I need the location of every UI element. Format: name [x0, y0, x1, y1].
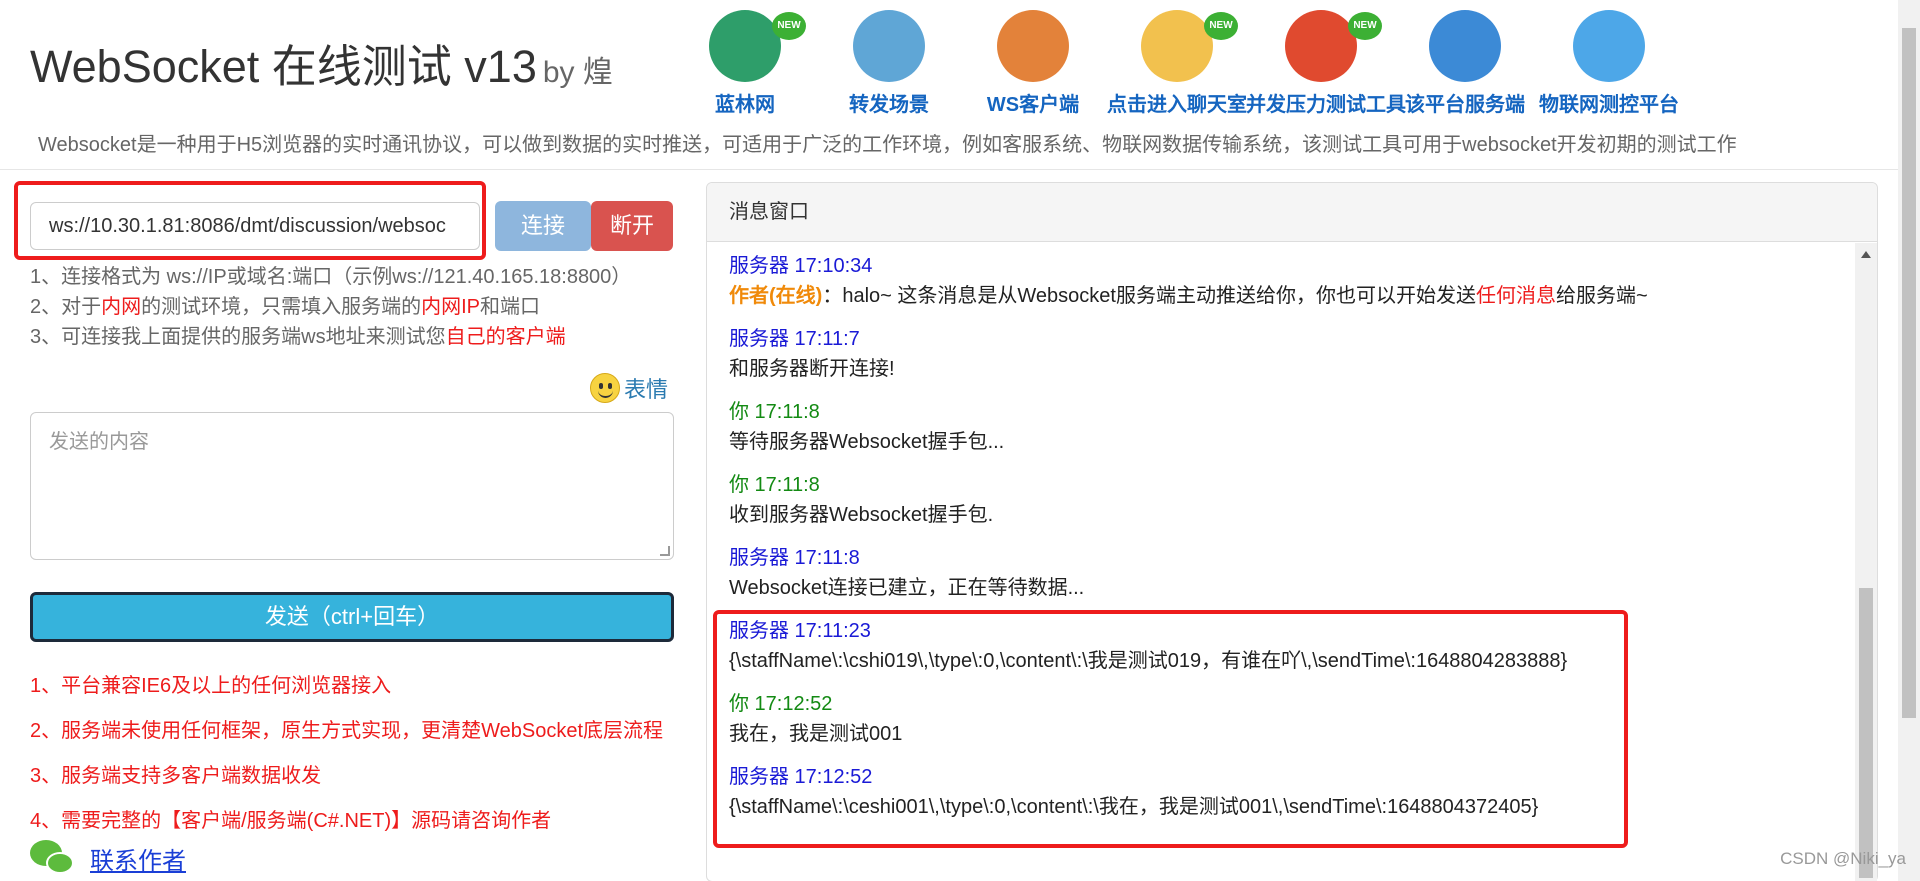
nav-item-0[interactable]: NEW 蓝林网	[670, 6, 820, 116]
new-badge: NEW	[1348, 12, 1382, 40]
feature-item: 4、需要完整的【客户端/服务端(C#.NET)】源码请咨询作者	[30, 810, 552, 832]
resize-handle-icon[interactable]	[660, 546, 670, 556]
new-badge: NEW	[1204, 12, 1238, 40]
contact-author-link[interactable]: 联系作者	[90, 841, 186, 876]
wechat-icon	[30, 840, 74, 876]
nav-item-label: 转发场景	[849, 94, 929, 116]
tip-2-e: 和端口	[480, 296, 541, 318]
nav-item-label: WS客户端	[986, 94, 1080, 116]
messages-highlight-box	[713, 610, 1628, 848]
tip-3: 3、可连接我上面提供的服务端ws地址来测试您自己的客户端	[30, 322, 631, 352]
connect-button[interactable]: 连接	[495, 201, 591, 251]
message-part: 给服务端~	[1555, 285, 1648, 307]
smiley-icon	[590, 373, 620, 403]
author-tag: 作者(在线)	[729, 285, 823, 307]
message-item: 服务器 17:11:7 和服务器断开连接!	[729, 324, 1839, 384]
feature-item: 1、平台兼容IE6及以上的任何浏览器接入	[30, 675, 392, 697]
nav-item-label: 蓝林网	[715, 94, 775, 116]
scroll-up-icon[interactable]	[1861, 251, 1871, 258]
tip-2: 2、对于内网的测试环境，只需填入服务端的内网IP和端口	[30, 292, 631, 322]
page-title: WebSocket 在线测试 v13 by 煌	[30, 30, 613, 95]
message-sender: 你 17:11:8	[729, 401, 820, 423]
title-author: by 煌	[542, 56, 613, 89]
message-scrollbar[interactable]	[1855, 243, 1877, 881]
feature-item: 3、服务端支持多客户端数据收发	[30, 765, 322, 787]
message-part: ：halo~ 这条消息是从Websocket服务端主动推送给你，你也可以开始发送	[822, 285, 1476, 307]
nav-item-4[interactable]: NEW 并发压力测试工具	[1246, 6, 1406, 116]
nav-item-label: 物联网测控平台	[1539, 94, 1679, 116]
tip-3-b: 自己的客户端	[445, 326, 566, 348]
message-text: Websocket连接已建立，正在等待数据...	[729, 577, 1085, 599]
tip-3-a: 3、可连接我上面提供的服务端ws地址来测试您	[30, 326, 446, 348]
page-scrollbar[interactable]	[1898, 0, 1920, 881]
message-item: 你 17:11:8 收到服务器Websocket握手包.	[729, 470, 1839, 530]
tip-2-b: 内网	[101, 296, 142, 318]
emoji-label: 表情	[624, 377, 669, 402]
nav-item-label: 该平台服务端	[1405, 94, 1525, 116]
new-badge: NEW	[772, 12, 806, 40]
tip-2-d: 内网IP	[421, 296, 481, 318]
earth-icon	[1429, 10, 1501, 82]
message-sender: 你 17:11:8	[729, 474, 820, 496]
nav-item-label: 并发压力测试工具	[1246, 94, 1406, 116]
emoji-button[interactable]: 表情	[590, 372, 668, 404]
message-highlight: 任何消息	[1475, 285, 1556, 307]
feature-item: 2、服务端未使用任何框架，原生方式实现，更清楚WebSocket底层流程	[30, 720, 664, 742]
globe-icon	[709, 10, 781, 82]
chat-users-icon	[1141, 10, 1213, 82]
message-item: 服务器 17:10:34 作者(在线)：halo~ 这条消息是从Websocket…	[729, 251, 1839, 311]
disconnect-button[interactable]: 断开	[591, 201, 673, 251]
message-text: 作者(在线)：halo~ 这条消息是从Websocket服务端主动推送给你，你也…	[729, 281, 1839, 311]
feature-list: 1、平台兼容IE6及以上的任何浏览器接入 2、服务端未使用任何框架，原生方式实现…	[30, 664, 663, 844]
page-scrollbar-thumb[interactable]	[1902, 28, 1916, 718]
antenna-icon	[853, 10, 925, 82]
page-description: Websocket是一种用于H5浏览器的实时通讯协议，可以做到数据的实时推送，可…	[38, 134, 1737, 156]
scrollbar-thumb[interactable]	[1859, 588, 1873, 878]
message-textarea[interactable]: 发送的内容	[30, 412, 674, 560]
pencil-ruler-icon	[1285, 10, 1357, 82]
tip-2-c: 的测试环境，只需填入服务端的	[141, 296, 422, 318]
message-text: 收到服务器Websocket握手包.	[729, 504, 994, 526]
top-nav: NEW 蓝林网 转发场景 WS客户端 NEW 点击进入聊天室 NEW 并发压力测试工具 该平台服…	[670, 6, 1679, 116]
message-sender: 服务器 17:11:7	[729, 328, 860, 350]
nav-item-6[interactable]: 物联网测控平台	[1534, 6, 1684, 116]
url-input[interactable]: ws://10.30.1.81:8086/dmt/discussion/webs…	[30, 202, 480, 250]
nav-item-label: 点击进入聊天室	[1107, 94, 1247, 116]
connection-tips: 1、连接格式为 ws://IP或域名:端口（示例ws://121.40.165.…	[30, 262, 631, 352]
message-sender: 服务器 17:11:8	[729, 547, 860, 569]
header: WebSocket 在线测试 v13 by 煌 NEW 蓝林网 转发场景 WS客户端 NE…	[0, 0, 1920, 170]
message-item: 服务器 17:11:8 Websocket连接已建立，正在等待数据...	[729, 543, 1839, 603]
cloud-icon	[1573, 10, 1645, 82]
message-text: 等待服务器Websocket握手包...	[729, 431, 1005, 453]
nav-item-1[interactable]: 转发场景	[814, 6, 964, 116]
tip-2-a: 2、对于	[30, 296, 102, 318]
message-text: 和服务器断开连接!	[729, 358, 895, 380]
contact-author[interactable]: 联系作者	[30, 840, 186, 876]
speaker-icon	[997, 10, 1069, 82]
title-text: WebSocket 在线测试 v13	[30, 41, 537, 92]
message-sender: 服务器 17:10:34	[729, 255, 873, 277]
watermark: CSDN @Niki_ya	[1780, 849, 1906, 868]
nav-item-3[interactable]: NEW 点击进入聊天室	[1102, 6, 1252, 116]
message-item: 你 17:11:8 等待服务器Websocket握手包...	[729, 397, 1839, 457]
textarea-placeholder: 发送的内容	[49, 431, 149, 453]
send-button[interactable]: 发送（ctrl+回车）	[30, 592, 674, 642]
message-panel-title: 消息窗口	[707, 183, 1877, 242]
nav-item-2[interactable]: WS客户端	[958, 6, 1108, 116]
tip-1: 1、连接格式为 ws://IP或域名:端口（示例ws://121.40.165.…	[30, 266, 632, 288]
nav-item-5[interactable]: 该平台服务端	[1390, 6, 1540, 116]
